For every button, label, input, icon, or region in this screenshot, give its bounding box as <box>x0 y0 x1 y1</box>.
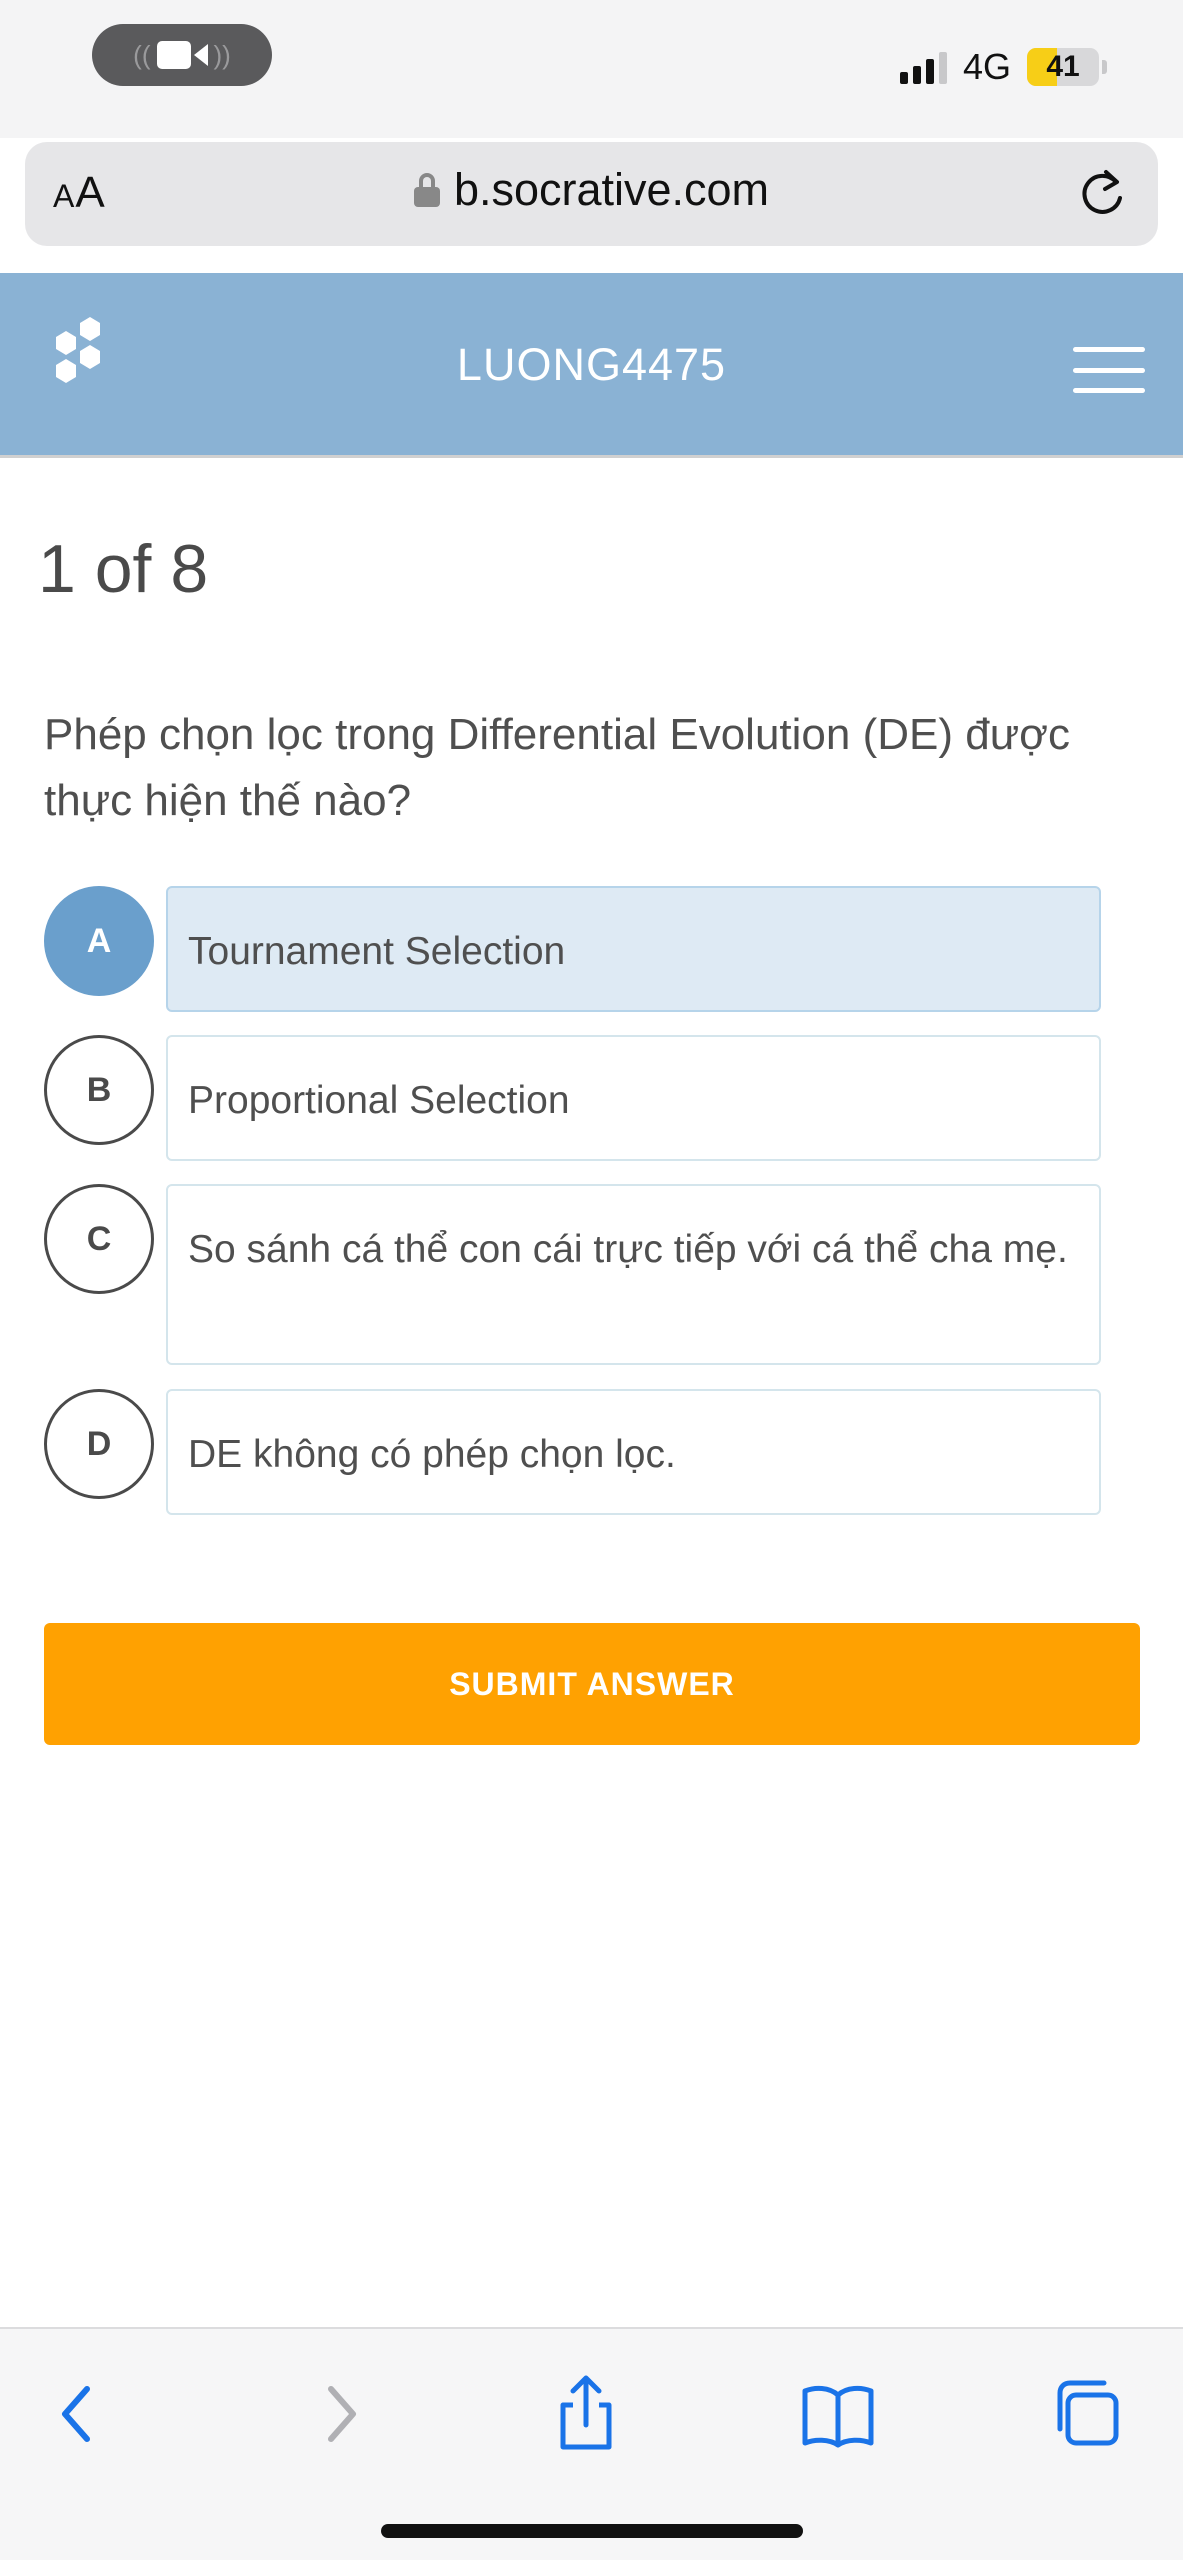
tabs-icon[interactable] <box>1044 2369 1134 2459</box>
question-progress: 1 of 8 <box>38 531 209 607</box>
back-icon[interactable] <box>35 2369 125 2459</box>
hamburger-menu-icon[interactable] <box>1073 347 1145 393</box>
forward-icon[interactable] <box>293 2369 383 2459</box>
room-name: LUONG4475 <box>456 339 727 390</box>
submit-answer-button[interactable]: SUBMIT ANSWER <box>44 1623 1140 1745</box>
status-indicators: 4G 41 <box>899 40 1107 94</box>
address-bar[interactable]: AA b.socrative.com <box>25 142 1158 246</box>
option-text-b[interactable]: Proportional Selection <box>166 1035 1101 1161</box>
status-bar: (( )) 4G 41 <box>0 0 1183 138</box>
url-display[interactable]: b.socrative.com <box>25 164 1158 216</box>
option-text-a[interactable]: Tournament Selection <box>166 886 1101 1012</box>
battery-icon: 41 <box>1027 48 1107 86</box>
home-indicator <box>381 2524 803 2538</box>
app-header: LUONG4475 <box>0 273 1183 458</box>
video-call-icon[interactable]: (( )) <box>92 24 272 86</box>
option-letter-d[interactable]: D <box>44 1389 154 1499</box>
cellular-signal-icon <box>899 50 947 84</box>
option-letter-b[interactable]: B <box>44 1035 154 1145</box>
battery-level: 41 <box>1046 50 1080 83</box>
reload-icon[interactable] <box>1072 164 1132 224</box>
question-text: Phép chọn lọc trong Differential Evoluti… <box>44 710 1071 825</box>
lock-icon <box>413 173 440 207</box>
share-icon[interactable] <box>541 2369 631 2459</box>
bookmarks-icon[interactable] <box>793 2369 883 2459</box>
option-letter-c[interactable]: C <box>44 1184 154 1294</box>
option-text-d[interactable]: DE không có phép chọn lọc. <box>166 1389 1101 1515</box>
option-letter-a[interactable]: A <box>44 886 154 996</box>
option-text-c[interactable]: So sánh cá thể con cái trực tiếp với cá … <box>166 1184 1101 1365</box>
network-type: 4G <box>962 46 1011 87</box>
url-text: b.socrative.com <box>453 164 770 215</box>
